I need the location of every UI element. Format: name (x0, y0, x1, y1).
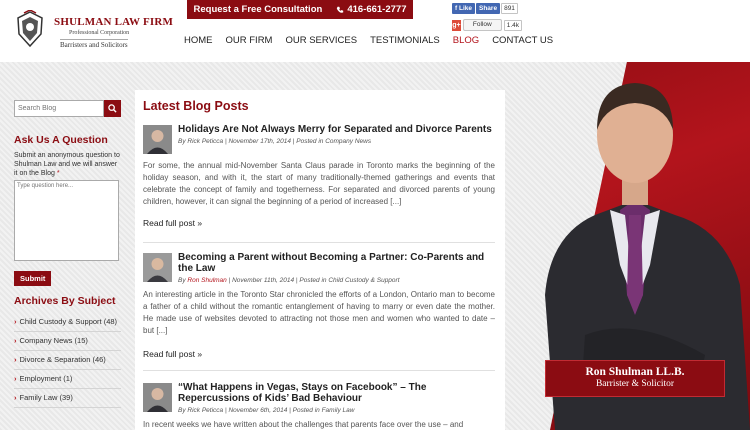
google-plus-widget: g+ Follow 1.4k (452, 19, 522, 31)
main-nav: HOME OUR FIRM OUR SERVICES TESTIMONIALS … (184, 35, 566, 46)
post-title[interactable]: Becoming a Parent without Becoming a Par… (178, 252, 496, 274)
google-follow-button[interactable]: Follow (462, 19, 502, 31)
phone-text: 416-661-2777 (347, 4, 407, 15)
archive-label: Child Custody & Support (48) (19, 317, 118, 326)
author-avatar (143, 253, 172, 282)
archives-list: › Child Custody & Support (48) › Company N… (14, 313, 121, 408)
read-more-link[interactable]: Read full post » (143, 349, 202, 359)
ask-description-text: Submit an anonymous question to Shulman … (14, 152, 120, 177)
chevron-right-icon: › (14, 317, 17, 326)
post-date-category: | November 11th, 2014 | Posted in Child … (226, 277, 400, 284)
search-icon (108, 104, 117, 113)
archive-label: Divorce & Separation (46) (19, 355, 106, 364)
post-excerpt: For some, the annual mid-November Santa … (143, 161, 495, 206)
consultation-bar[interactable]: Request a Free Consultation 416-661-2777 (187, 0, 413, 19)
phone-number[interactable]: 416-661-2777 (336, 4, 406, 15)
nav-blog[interactable]: BLOG (453, 35, 479, 46)
ask-question-description: Submit an anonymous question to Shulman … (14, 151, 121, 178)
page-title: Latest Blog Posts (143, 99, 249, 113)
read-more-link[interactable]: Read full post » (143, 218, 202, 228)
ask-question-heading: Ask Us A Question (14, 134, 108, 146)
facebook-count: 891 (501, 3, 518, 14)
chevron-right-icon: › (14, 355, 17, 364)
meta-by: By (178, 407, 188, 414)
consultation-link[interactable]: Request a Free Consultation (194, 4, 323, 15)
post-author: Rick Peticca (187, 407, 224, 414)
archive-label: Company News (15) (19, 336, 88, 345)
archive-item[interactable]: › Divorce & Separation (46) (14, 351, 121, 370)
required-marker: * (56, 170, 60, 177)
search-input[interactable] (14, 100, 104, 117)
phone-icon (337, 6, 344, 13)
nav-our-services[interactable]: OUR SERVICES (285, 35, 357, 46)
submit-button[interactable]: Submit (14, 271, 52, 286)
archives-heading: Archives By Subject (14, 295, 116, 307)
post-author: Rick Peticca (187, 138, 224, 145)
firm-tagline: Barristers and Solicitors (60, 39, 128, 49)
author-avatar (143, 383, 172, 412)
archive-label: Employment (1) (19, 374, 73, 383)
meta-by: By (178, 138, 188, 145)
post-date-category: | November 17th, 2014 | Posted in Compan… (223, 138, 372, 145)
facebook-like-label: Like (458, 5, 472, 12)
google-plus-icon[interactable]: g+ (452, 19, 461, 31)
archive-item[interactable]: › Company News (15) (14, 332, 121, 351)
post-meta: By Rick Peticca | November 17th, 2014 | … (178, 138, 371, 145)
firm-name: SHULMAN LAW FIRM (54, 16, 174, 28)
blog-search (14, 100, 121, 117)
social-widgets: f Like Share 891 g+ Follow 1.4k (452, 3, 522, 31)
chevron-right-icon: › (14, 393, 17, 402)
attorney-nameplate: Ron Shulman LL.B. Barrister & Solicitor (545, 360, 725, 397)
blog-post: Holidays Are Not Always Merry for Separa… (143, 124, 496, 250)
post-meta: By Ron Shulman | November 11th, 2014 | P… (178, 277, 400, 284)
post-author[interactable]: Ron Shulman (187, 277, 226, 284)
post-excerpt: An interesting article in the Toronto St… (143, 290, 495, 335)
post-date-category: | November 6th, 2014 | Posted in Family … (223, 407, 355, 414)
facebook-widget: f Like Share 891 (452, 3, 522, 14)
archive-item[interactable]: › Family Law (39) (14, 389, 121, 408)
archive-item[interactable]: › Child Custody & Support (48) (14, 313, 121, 332)
search-button[interactable] (104, 100, 121, 117)
archive-label: Family Law (39) (19, 393, 73, 402)
chevron-right-icon: › (14, 336, 17, 345)
meta-by: By (178, 277, 188, 284)
attorney-title: Barrister & Solicitor (595, 379, 675, 389)
question-textarea[interactable] (14, 180, 119, 261)
attorney-name: Ron Shulman LL.B. (585, 366, 685, 378)
nav-home[interactable]: HOME (184, 35, 213, 46)
crest-icon (17, 10, 43, 48)
archive-item[interactable]: › Employment (1) (14, 370, 121, 389)
facebook-like-button[interactable]: f Like (452, 3, 475, 14)
sidebar: Ask Us A Question Submit an anonymous qu… (14, 100, 121, 408)
facebook-share-button[interactable]: Share (476, 3, 501, 14)
blog-post: Becoming a Parent without Becoming a Par… (143, 252, 496, 378)
nav-our-firm[interactable]: OUR FIRM (226, 35, 273, 46)
google-follow-count: 1.4k (503, 19, 522, 31)
blog-post: “What Happens in Vegas, Stays on Faceboo… (143, 382, 496, 430)
post-meta: By Rick Peticca | November 6th, 2014 | P… (178, 407, 354, 414)
author-avatar (143, 125, 172, 154)
nav-testimonials[interactable]: TESTIMONIALS (370, 35, 440, 46)
blog-main: Latest Blog Posts Holidays Are Not Alway… (135, 90, 505, 430)
post-title[interactable]: “What Happens in Vegas, Stays on Faceboo… (178, 382, 496, 404)
chevron-right-icon: › (14, 374, 17, 383)
post-excerpt: In recent weeks we have written about th… (143, 420, 464, 429)
post-divider (143, 242, 495, 243)
firm-subtitle: Professional Corporation (69, 30, 130, 36)
post-divider (143, 370, 495, 371)
post-title[interactable]: Holidays Are Not Always Merry for Separa… (178, 124, 496, 135)
firm-logo[interactable]: SHULMAN LAW FIRM Professional Corporatio… (14, 10, 173, 52)
